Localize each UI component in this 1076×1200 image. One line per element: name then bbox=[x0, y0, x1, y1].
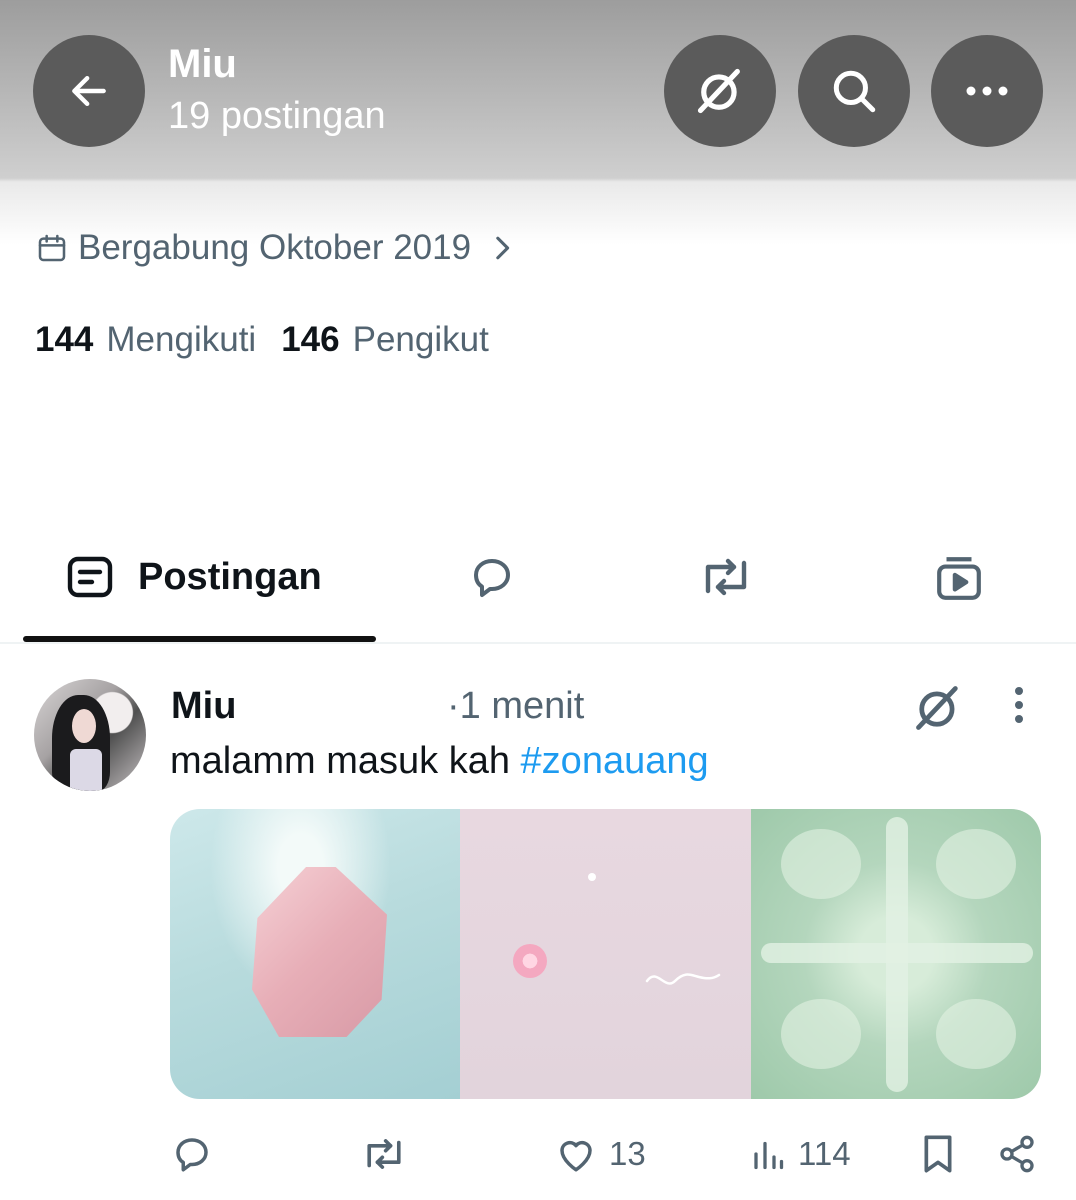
post-avatar[interactable] bbox=[34, 679, 146, 791]
tab-posts-label: Postingan bbox=[138, 555, 322, 598]
more-options-button[interactable] bbox=[931, 35, 1043, 147]
joined-date[interactable]: Bergabung Oktober 2019 bbox=[36, 228, 511, 268]
share-icon bbox=[1000, 1135, 1034, 1173]
following-label[interactable]: Mengikuti bbox=[106, 320, 256, 360]
post-count: 19 postingan bbox=[168, 95, 386, 137]
media-image-tile bbox=[751, 809, 1041, 1099]
post-grok-button[interactable] bbox=[912, 682, 964, 739]
like-button[interactable]: 13 bbox=[555, 1133, 646, 1175]
post-timestamp[interactable]: ·1 menit bbox=[447, 685, 584, 728]
tab-reposts[interactable] bbox=[698, 553, 754, 606]
profile-header bbox=[0, 0, 1076, 250]
bookmark-button[interactable] bbox=[920, 1133, 956, 1175]
following-count[interactable]: 144 bbox=[35, 320, 93, 360]
repost-icon bbox=[367, 1139, 401, 1169]
followers-count[interactable]: 146 bbox=[281, 320, 339, 360]
bookmark-icon bbox=[924, 1135, 952, 1173]
calendar-icon bbox=[38, 234, 66, 262]
arrow-left-icon bbox=[72, 75, 106, 107]
post-text: malamm masuk kah #zonauang bbox=[170, 740, 709, 783]
tab-posts[interactable]: Postingan bbox=[66, 555, 322, 599]
post-body: malamm masuk kah bbox=[170, 740, 521, 782]
share-button[interactable] bbox=[997, 1133, 1037, 1175]
joined-text: Bergabung Oktober 2019 bbox=[78, 228, 472, 267]
reposts-icon bbox=[705, 558, 747, 596]
more-horizontal-icon bbox=[966, 86, 1008, 96]
grok-icon bbox=[916, 686, 958, 730]
views-icon bbox=[754, 1141, 784, 1170]
views-button[interactable]: 114 bbox=[750, 1133, 851, 1175]
replies-icon bbox=[474, 559, 510, 597]
media-icon bbox=[937, 557, 981, 600]
more-vertical-icon bbox=[1015, 687, 1023, 723]
like-count: 13 bbox=[609, 1135, 646, 1172]
tabs-divider bbox=[0, 642, 1076, 644]
post-more-button[interactable] bbox=[1012, 686, 1026, 729]
media-image-pink bbox=[460, 809, 751, 1099]
followers-label[interactable]: Pengikut bbox=[353, 320, 489, 360]
search-icon bbox=[833, 70, 876, 113]
heart-icon bbox=[560, 1140, 592, 1172]
views-count: 114 bbox=[798, 1135, 851, 1172]
post-media[interactable] bbox=[170, 809, 1041, 1099]
reply-icon bbox=[176, 1138, 208, 1172]
follow-stats: 144 Mengikuti 146 Pengikut bbox=[35, 320, 489, 360]
post-hashtag[interactable]: #zonauang bbox=[521, 740, 709, 782]
tab-replies[interactable] bbox=[467, 553, 517, 606]
grok-icon bbox=[697, 68, 740, 114]
chevron-right-icon bbox=[496, 236, 510, 260]
profile-name-header: Miu bbox=[168, 42, 237, 86]
reply-button[interactable] bbox=[171, 1133, 213, 1175]
grok-button[interactable] bbox=[664, 35, 776, 147]
post-author-name[interactable]: Miu bbox=[171, 685, 236, 728]
repost-button[interactable] bbox=[361, 1133, 407, 1175]
back-button[interactable] bbox=[33, 35, 145, 147]
posts-icon bbox=[67, 556, 113, 598]
search-button[interactable] bbox=[798, 35, 910, 147]
tab-media[interactable] bbox=[934, 553, 984, 608]
media-image-crystal bbox=[170, 809, 460, 1099]
